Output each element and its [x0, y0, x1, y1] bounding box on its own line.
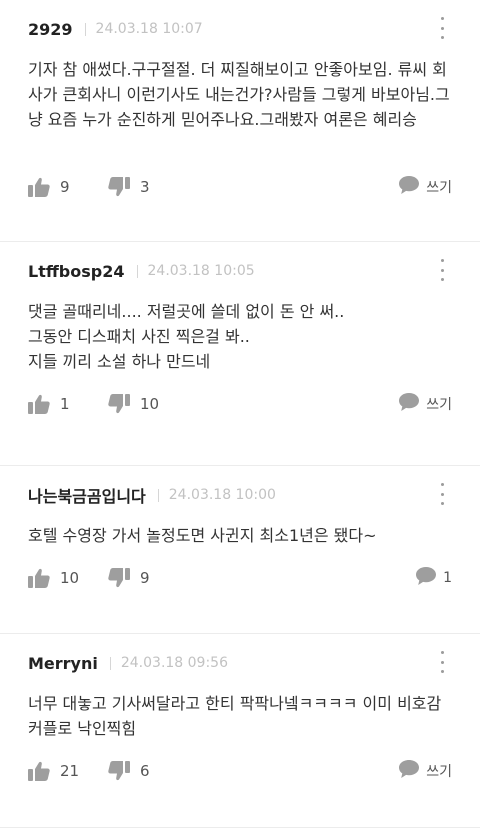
dislike-button[interactable]: 10 [108, 394, 159, 414]
reply-button[interactable]: 쓰기 [398, 175, 452, 199]
comment-date: 24.03.18 10:00 [168, 487, 276, 503]
header-divider [109, 656, 111, 670]
comment-header: 나는북금곰입니다 24.03.18 10:00 [28, 466, 452, 507]
comment-header: 2929 24.03.18 10:07 [28, 0, 452, 39]
comment-item: 2929 24.03.18 10:07 기자 참 애썼다.구구절절. 더 찌질해보이… [0, 0, 480, 242]
vertical-dots-icon[interactable] [434, 17, 450, 39]
comment-text: 댓글 골때리네.... 저럴곳에 쓸데 없이 돈 안 써.. 그동안 디스패치 사… [28, 302, 345, 371]
comment-text: 너무 대놓고 기사써달라고 한티 팍팍나넼ㅋㅋㅋㅋ 이미 비호감 커플로 낙인찍… [28, 694, 442, 738]
vertical-dots-icon[interactable] [434, 259, 450, 281]
like-count: 21 [60, 762, 80, 780]
dislike-count: 6 [140, 762, 150, 780]
comment-author[interactable]: 나는북금곰입니다 [28, 483, 146, 507]
comment-actions: 10 9 1 [28, 565, 452, 591]
reply-label: 쓰기 [426, 180, 452, 196]
comment-date: 24.03.18 09:56 [120, 655, 228, 671]
dislike-count: 9 [140, 569, 150, 587]
like-count: 1 [60, 395, 70, 413]
like-button[interactable]: 1 [28, 394, 70, 414]
comment-author[interactable]: Merryni [28, 654, 98, 673]
thumbs-up-icon [28, 177, 50, 197]
vertical-dots-icon[interactable] [434, 483, 450, 505]
thumbs-up-icon [28, 568, 50, 588]
comment-actions: 1 10 쓰기 [28, 391, 452, 417]
comment-item: 나는북금곰입니다 24.03.18 10:00 호텔 수영장 가서 놀정도면 사귄지… [0, 466, 480, 634]
dislike-button[interactable]: 6 [108, 761, 150, 781]
speech-bubble-icon [398, 759, 420, 783]
dislike-count: 10 [140, 395, 160, 413]
dislike-count: 3 [140, 178, 150, 196]
reply-label: 1 [443, 570, 452, 586]
speech-bubble-icon [415, 566, 437, 590]
comment-text: 기자 참 애썼다.구구절절. 더 찌질해보이고 안좋아보임. 류씨 회사가 큰회… [28, 60, 450, 129]
thumbs-down-icon [108, 761, 130, 781]
comment-actions: 21 6 쓰기 [28, 758, 452, 784]
header-divider [84, 22, 86, 36]
reply-label: 쓰기 [426, 764, 452, 780]
reply-button[interactable]: 1 [415, 566, 452, 590]
thumbs-up-icon [28, 394, 50, 414]
vertical-dots-icon[interactable] [434, 651, 450, 673]
reply-button[interactable]: 쓰기 [398, 759, 452, 783]
reply-button[interactable]: 쓰기 [398, 392, 452, 416]
comment-date: 24.03.18 10:05 [147, 263, 255, 279]
speech-bubble-icon [398, 175, 420, 199]
like-button[interactable]: 9 [28, 177, 70, 197]
thumbs-down-icon [108, 568, 130, 588]
comment-text: 호텔 수영장 가서 놀정도면 사귄지 최소1년은 됐다~ [28, 526, 377, 545]
comment-header: Ltffbosp24 24.03.18 10:05 [28, 242, 452, 281]
dislike-button[interactable]: 3 [108, 177, 150, 197]
thumbs-down-icon [108, 394, 130, 414]
comment-list: 2929 24.03.18 10:07 기자 참 애썼다.구구절절. 더 찌질해보이… [0, 0, 480, 828]
thumbs-up-icon [28, 761, 50, 781]
like-button[interactable]: 21 [28, 761, 79, 781]
comment-item: Merryni 24.03.18 09:56 너무 대놓고 기사써달라고 한티 팍팍… [0, 634, 480, 828]
comment-author[interactable]: Ltffbosp24 [28, 262, 125, 281]
comment-actions: 9 3 쓰기 [28, 174, 452, 200]
comment-author[interactable]: 2929 [28, 20, 73, 39]
like-count: 9 [60, 178, 70, 196]
dislike-button[interactable]: 9 [108, 568, 150, 588]
reply-label: 쓰기 [426, 397, 452, 413]
comment-header: Merryni 24.03.18 09:56 [28, 634, 452, 673]
comment-date: 24.03.18 10:07 [95, 21, 203, 37]
speech-bubble-icon [398, 392, 420, 416]
header-divider [136, 264, 138, 278]
thumbs-down-icon [108, 177, 130, 197]
comment-item: Ltffbosp24 24.03.18 10:05 댓글 골때리네.... 저럴곳에… [0, 242, 480, 466]
like-count: 10 [60, 569, 80, 587]
like-button[interactable]: 10 [28, 568, 79, 588]
header-divider [157, 488, 159, 502]
